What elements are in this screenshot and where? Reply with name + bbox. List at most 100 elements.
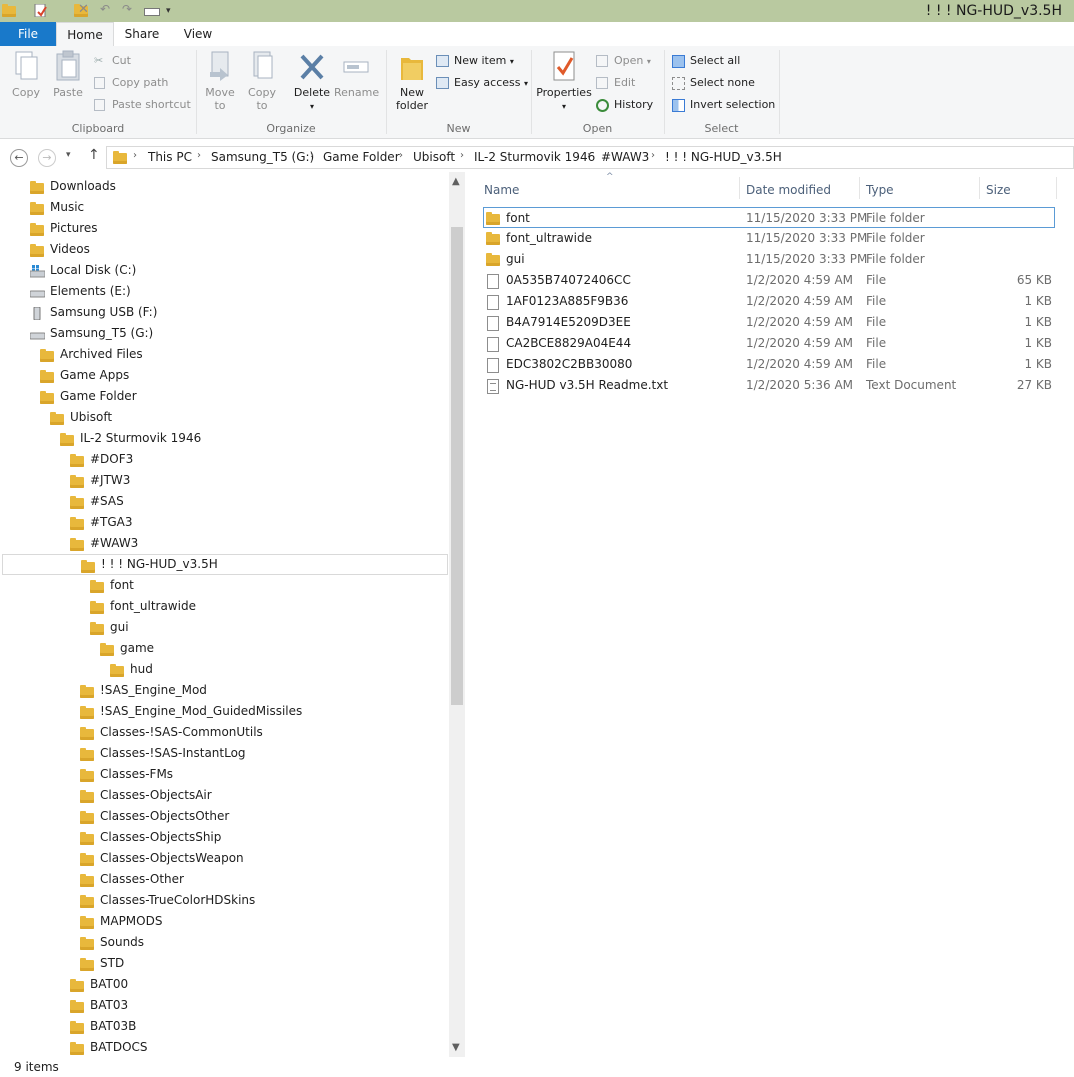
- folder-icon: [90, 579, 104, 600]
- file-row[interactable]: EDC3802C2BB30080 1/2/2020 4:59 AM File 1 KB: [484, 354, 1054, 375]
- column-header-type[interactable]: Type: [866, 180, 894, 200]
- folder-icon: [486, 232, 500, 245]
- edit-button[interactable]: Edit: [596, 74, 635, 92]
- copy-path-icon: [94, 77, 105, 89]
- scroll-down-icon[interactable]: ▼: [452, 1042, 460, 1053]
- file-date: 1/2/2020 4:59 AM: [746, 273, 854, 287]
- tree-item-label: Elements (E:): [50, 284, 131, 298]
- new-folder-button[interactable]: New folder: [392, 50, 432, 112]
- up-arrow-icon[interactable]: ↑: [88, 147, 100, 163]
- undo-icon[interactable]: ↶: [100, 2, 113, 16]
- breadcrumb-il2[interactable]: IL-2 Sturmovik 1946: [474, 150, 595, 164]
- copy-button[interactable]: Copy: [8, 50, 44, 99]
- scrollbar-thumb[interactable]: [451, 227, 463, 705]
- tab-home[interactable]: Home: [56, 22, 114, 48]
- select-all-label: Select all: [690, 54, 741, 67]
- chevron-right-icon[interactable]: ›: [587, 150, 591, 161]
- tree-scrollbar[interactable]: ▲ ▼: [449, 172, 465, 1057]
- new-item-button[interactable]: New item ▾: [436, 52, 514, 70]
- chevron-right-icon[interactable]: ›: [310, 150, 314, 161]
- chevron-right-icon[interactable]: ›: [399, 150, 403, 161]
- copy-path-button[interactable]: Copy path: [94, 74, 168, 92]
- redo-icon[interactable]: ↷: [122, 2, 135, 16]
- column-divider[interactable]: [979, 177, 980, 199]
- move-to-button[interactable]: Move to: [202, 50, 238, 112]
- select-none-button[interactable]: Select none: [672, 74, 755, 92]
- tree-item-label: #DOF3: [90, 452, 134, 466]
- column-header-name[interactable]: Name: [484, 180, 519, 200]
- file-name: 0A535B74072406CC: [506, 273, 631, 287]
- easy-access-button[interactable]: Easy access ▾: [436, 74, 528, 92]
- folder-icon: [80, 894, 94, 915]
- paste-shortcut-button[interactable]: Paste shortcut: [94, 96, 191, 114]
- chevron-right-icon[interactable]: ›: [133, 150, 137, 161]
- column-divider[interactable]: [1056, 177, 1057, 199]
- file-icon: [487, 337, 499, 352]
- tree-item[interactable]: ! ! ! NG-HUD_v3.5H: [2, 554, 448, 575]
- open-button[interactable]: Open ▾: [596, 52, 651, 70]
- properties-quick-icon[interactable]: [34, 3, 47, 18]
- tab-file[interactable]: File: [0, 22, 56, 46]
- file-row[interactable]: font_ultrawide 11/15/2020 3:33 PM File fol…: [484, 228, 1054, 249]
- chevron-right-icon[interactable]: ›: [651, 150, 655, 161]
- copy-label: Copy: [12, 86, 40, 99]
- breadcrumb-ubisoft[interactable]: Ubisoft: [413, 150, 455, 164]
- select-all-button[interactable]: Select all: [672, 52, 740, 70]
- delete-quick-icon[interactable]: ✕: [78, 2, 91, 17]
- select-none-label: Select none: [690, 76, 755, 89]
- column-divider[interactable]: [739, 177, 740, 199]
- history-button[interactable]: History: [596, 96, 653, 114]
- chevron-right-icon[interactable]: ›: [197, 150, 201, 161]
- file-icon: [487, 316, 499, 331]
- file-row[interactable]: 1AF0123A885F9B36 1/2/2020 4:59 AM File 1 KB: [484, 291, 1054, 312]
- breadcrumb-this-pc[interactable]: This PC: [148, 150, 192, 164]
- breadcrumb-waw3[interactable]: #WAW3: [601, 150, 649, 164]
- recent-locations-icon[interactable]: ▾: [66, 150, 71, 160]
- cut-button[interactable]: ✂ Cut: [94, 52, 131, 70]
- file-size: 1 KB: [1024, 294, 1052, 308]
- column-header-size[interactable]: Size: [986, 180, 1011, 200]
- tab-share[interactable]: Share: [118, 22, 166, 46]
- open-dropdown-icon: ▾: [646, 57, 651, 66]
- breadcrumb-samsung-t5[interactable]: Samsung_T5 (G:): [211, 150, 314, 164]
- rename-quick-icon[interactable]: [144, 8, 160, 16]
- scroll-up-icon[interactable]: ▲: [452, 176, 460, 187]
- file-name: gui: [506, 252, 525, 266]
- file-row[interactable]: font 11/15/2020 3:33 PM File folder: [483, 207, 1055, 228]
- tree-item-label: gui: [110, 620, 129, 634]
- column-header-date[interactable]: Date modified: [746, 180, 831, 200]
- tree-item-label: hud: [130, 662, 153, 676]
- drive-icon: [29, 285, 46, 306]
- chevron-right-icon[interactable]: ›: [460, 150, 464, 161]
- file-size: 1 KB: [1024, 315, 1052, 329]
- file-row[interactable]: NG-HUD v3.5H Readme.txt 1/2/2020 5:36 AM T…: [484, 375, 1054, 396]
- breadcrumb-ng-hud[interactable]: ! ! ! NG-HUD_v3.5H: [665, 150, 782, 164]
- file-row[interactable]: CA2BCE8829A04E44 1/2/2020 4:59 AM File 1 KB: [484, 333, 1054, 354]
- copy-to-button[interactable]: Copy to: [244, 50, 280, 112]
- file-row[interactable]: gui 11/15/2020 3:33 PM File folder: [484, 249, 1054, 270]
- customize-toolbar-icon[interactable]: ▾: [166, 6, 179, 19]
- copy-icon: [15, 51, 38, 80]
- properties-button[interactable]: Properties ▾: [536, 50, 592, 113]
- file-name: CA2BCE8829A04E44: [506, 336, 632, 350]
- tree-item-label: BAT03: [90, 998, 129, 1012]
- rename-button[interactable]: Rename: [334, 50, 379, 99]
- tree-item-label: !SAS_Engine_Mod_GuidedMissiles: [100, 704, 303, 718]
- tree-item-label: Music: [50, 200, 85, 214]
- item-count: 9 items: [14, 1060, 59, 1074]
- new-folder-label-2: folder: [396, 99, 428, 112]
- forward-arrow-icon[interactable]: →: [38, 149, 56, 167]
- file-type: File: [866, 315, 887, 329]
- column-divider[interactable]: [859, 177, 860, 199]
- tab-view[interactable]: View: [174, 22, 222, 46]
- tree-item-label: Classes-!SAS-CommonUtils: [100, 725, 263, 739]
- move-to-label: Move: [205, 86, 235, 99]
- file-row[interactable]: 0A535B74072406CC 1/2/2020 4:59 AM File 65 K…: [484, 270, 1054, 291]
- back-arrow-icon[interactable]: ←: [10, 149, 28, 167]
- address-bar[interactable]: › This PC › Samsung_T5 (G:) › Game Folde…: [106, 146, 1074, 169]
- breadcrumb-game-folder[interactable]: Game Folder: [323, 150, 400, 164]
- file-row[interactable]: B4A7914E5209D3EE 1/2/2020 4:59 AM File 1 KB: [484, 312, 1054, 333]
- invert-selection-button[interactable]: Invert selection: [672, 96, 775, 114]
- delete-button[interactable]: Delete ▾: [292, 50, 332, 113]
- paste-button[interactable]: Paste: [50, 50, 86, 99]
